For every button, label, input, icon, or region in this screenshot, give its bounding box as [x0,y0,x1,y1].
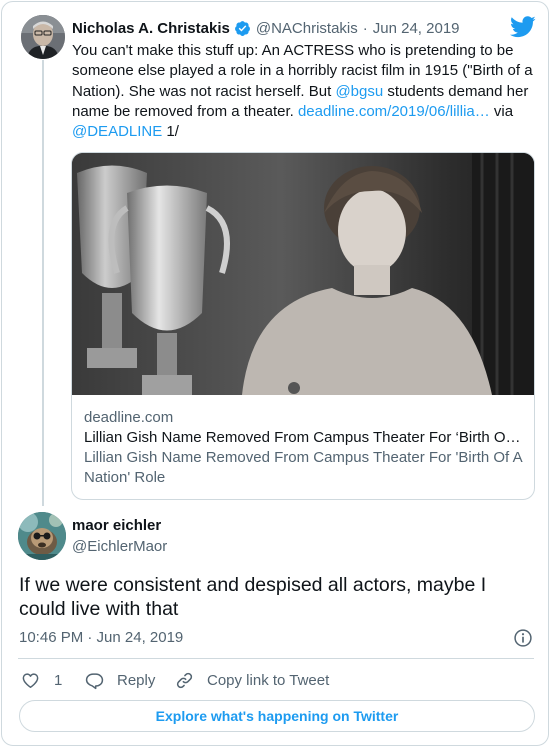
twitter-bird-icon[interactable] [510,16,536,38]
heart-icon [22,672,39,688]
reply-author-name[interactable]: maor eichler [72,517,161,534]
link-preview-card[interactable]: deadline.com Lillian Gish Name Removed F… [71,152,535,500]
parent-author-avatar[interactable] [21,15,65,59]
tweet-text-link[interactable]: deadline.com/2019/06/lillia… [298,103,490,120]
tweet-text-link[interactable]: @DEADLINE [72,123,162,140]
like-count: 1 [54,671,63,689]
header-separator: · [362,19,368,37]
parent-author-handle[interactable]: @NAChristakis [256,20,358,37]
parent-tweet-date[interactable]: Jun 24, 2019 [373,20,460,37]
tweet-text-link[interactable]: @bgsu [335,83,383,100]
copy-link-label: Copy link to Tweet [207,671,330,689]
link-domain: deadline.com [84,409,174,426]
tweet-embed-card: Nicholas A. Christakis @NAChristakis · J… [1,1,549,746]
reply-bubble-icon [85,672,104,689]
thread-line [42,60,44,506]
copy-link-button[interactable]: Copy link to Tweet [175,669,329,691]
reply-timestamp[interactable]: 10:46 PM · Jun 24, 2019 [19,629,183,646]
link-title: Lillian Gish Name Removed From Campus Th… [84,429,521,446]
link-icon [176,672,193,688]
tweet-text-segment: 1/ [162,123,179,141]
reply-label: Reply [117,671,156,689]
explore-twitter-button[interactable]: Explore what's happening on Twitter [19,700,535,732]
link-preview-image [72,153,534,395]
reply-button[interactable]: Reply [85,669,155,691]
info-icon[interactable] [513,628,533,648]
reply-tweet-text: If we were consistent and despised all a… [19,574,487,620]
parent-tweet-text: You can't make this stuff up: An ACTRESS… [72,41,538,142]
verified-badge-icon [234,20,250,36]
link-description: Lillian Gish Name Removed From Campus Th… [84,449,522,486]
like-button[interactable]: 1 [21,669,62,691]
parent-tweet-header: Nicholas A. Christakis @NAChristakis · J… [72,17,460,39]
tweet-text-segment: via [489,102,514,120]
actions-divider [18,658,534,659]
reply-author-handle[interactable]: @EichlerMaor [72,538,167,555]
parent-author-name[interactable]: Nicholas A. Christakis [72,20,230,37]
reply-author-avatar[interactable] [18,512,66,560]
link-preview-meta: deadline.com Lillian Gish Name Removed F… [84,408,524,488]
